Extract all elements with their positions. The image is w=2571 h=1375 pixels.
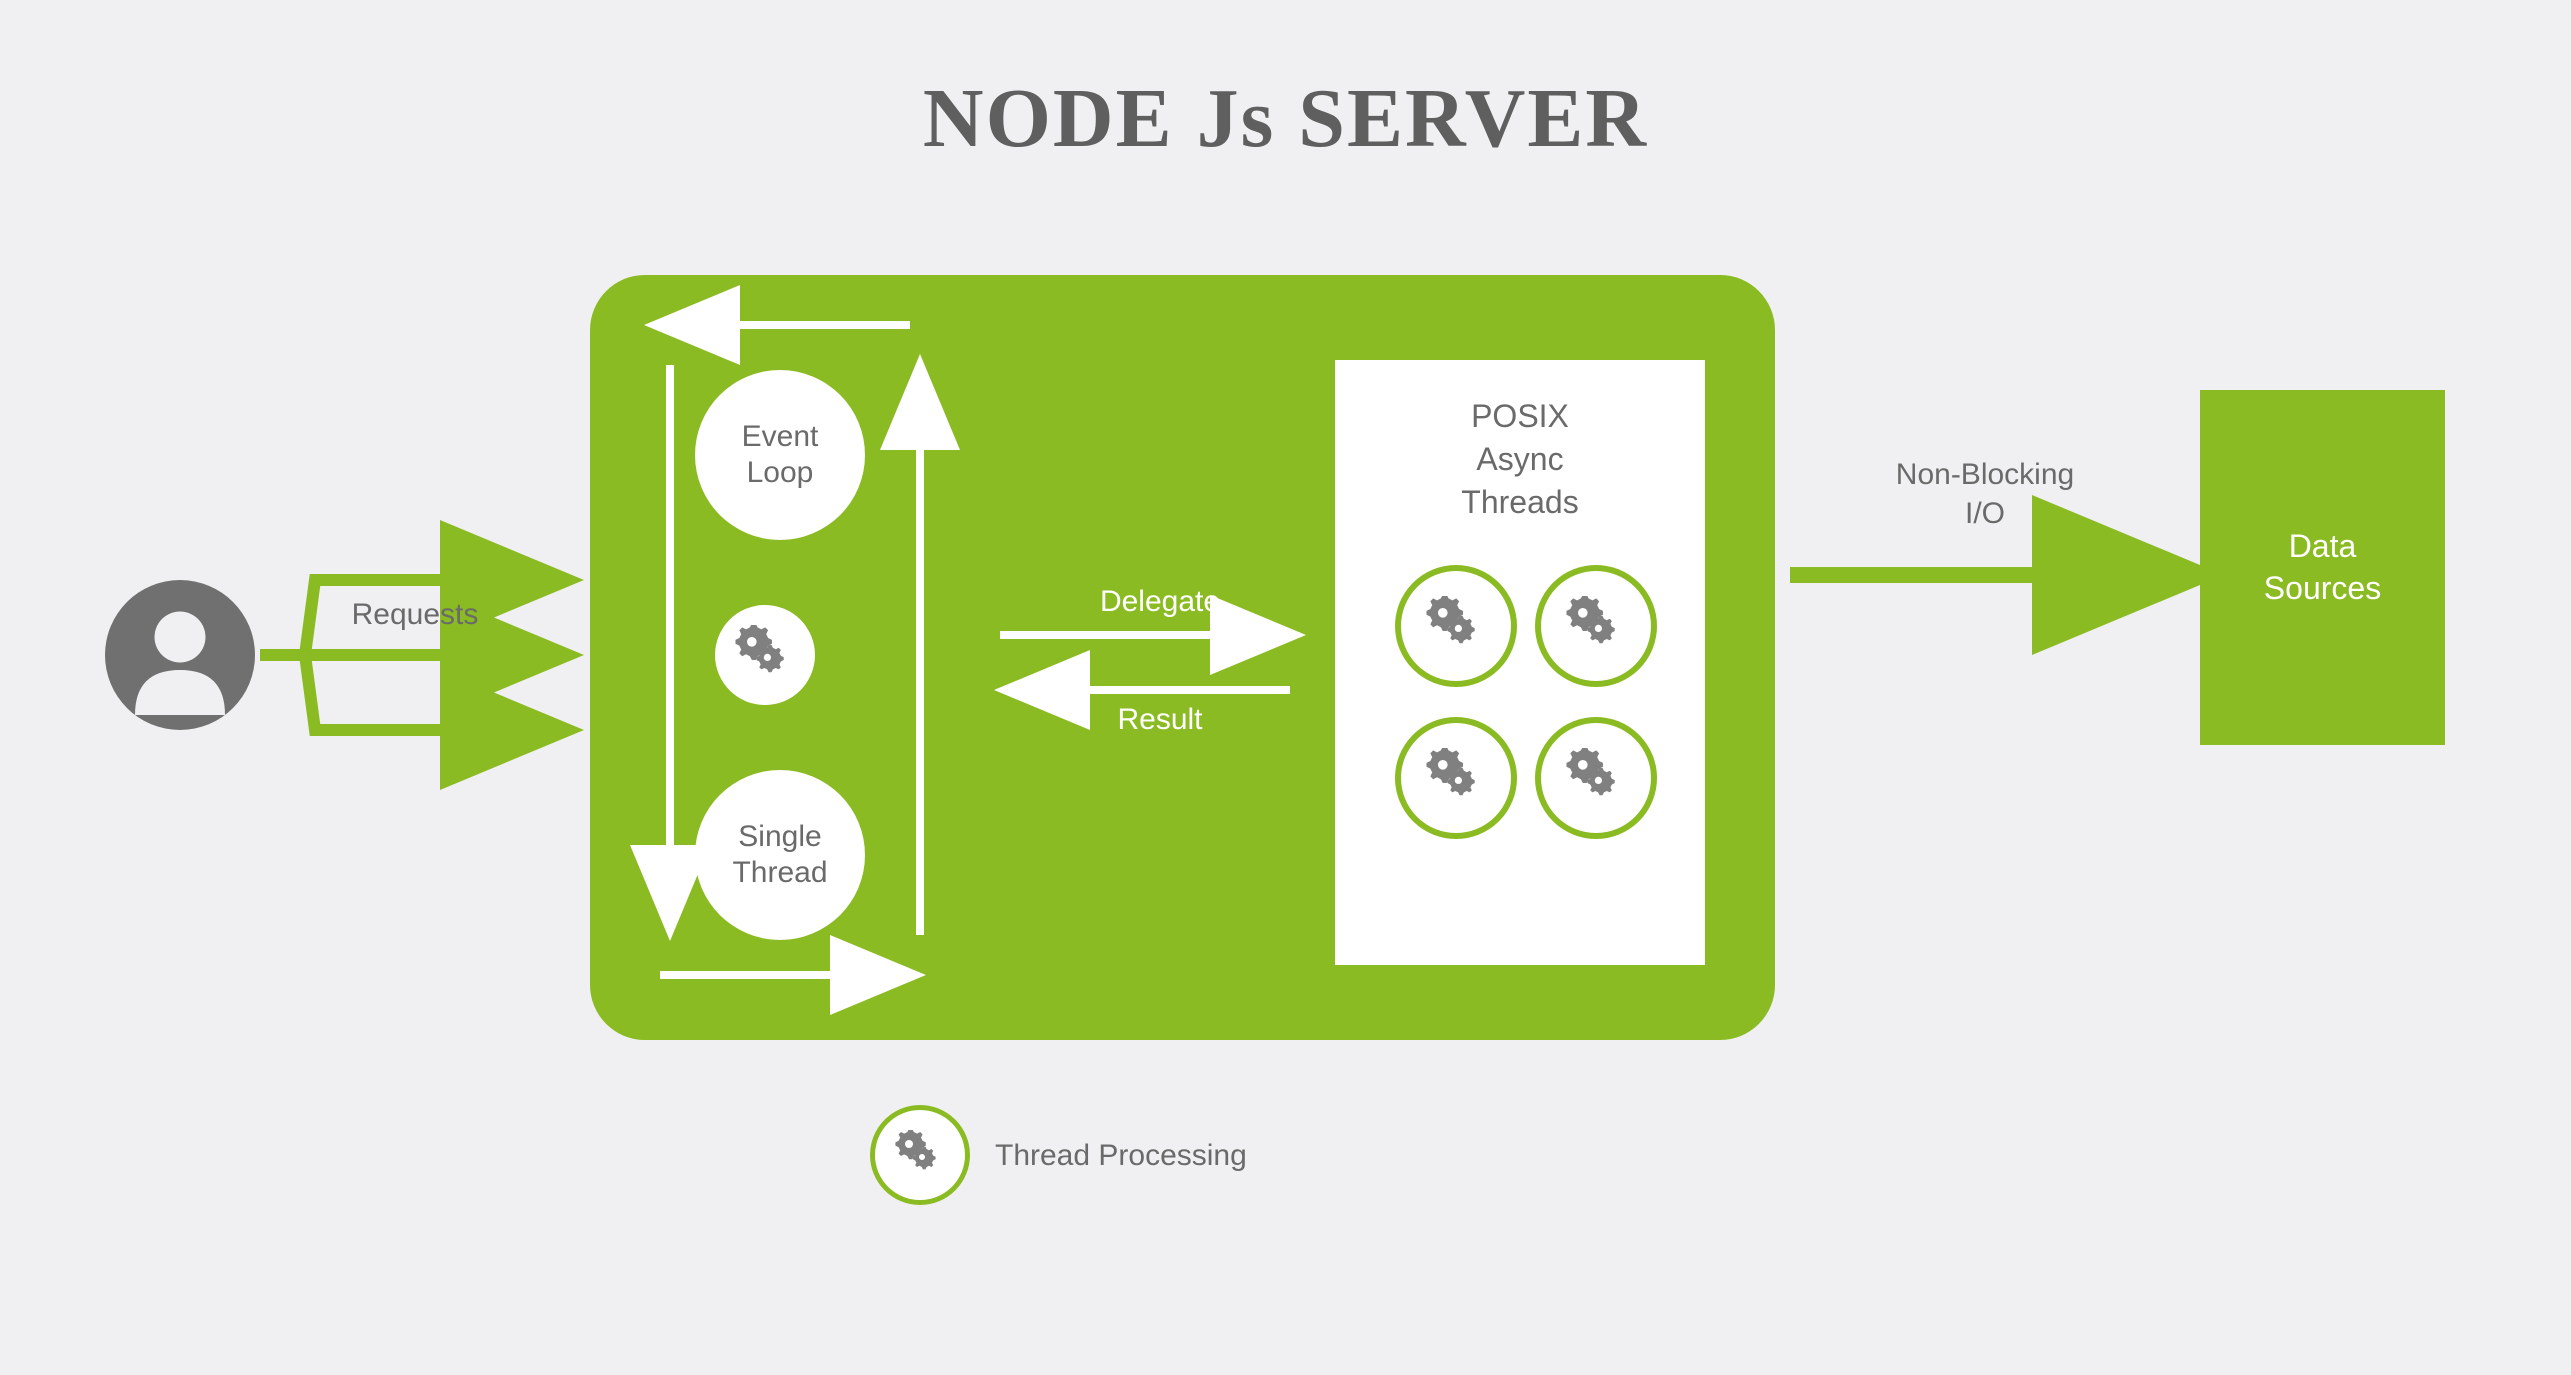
event-loop-circle: Event Loop [695,370,865,540]
result-label: Result [1060,700,1260,739]
posix-threads-box: POSIX Async Threads [1335,360,1705,965]
gear-icon [1566,748,1626,808]
gear-icon [1426,596,1486,656]
requests-label: Requests [315,595,515,634]
thread-circle [1395,565,1517,687]
user-icon [105,580,255,730]
gear-icon [735,625,795,685]
single-thread-circle: Single Thread [695,770,865,940]
event-loop-label: Event Loop [742,419,819,491]
thread-circle [1535,717,1657,839]
data-sources-box: Data Sources [2200,390,2445,745]
delegate-label: Delegate [1060,582,1260,621]
gear-icon [1426,748,1486,808]
nonblocking-label: Non-Blocking I/O [1840,455,2130,533]
legend-label: Thread Processing [995,1136,1247,1175]
legend: Thread Processing [870,1105,1247,1205]
single-thread-label: Single Thread [732,819,827,891]
posix-title: POSIX Async Threads [1461,395,1578,525]
data-sources-label: Data Sources [2264,526,2381,609]
thread-grid [1395,565,1645,839]
event-loop-processing-circle [715,605,815,705]
requests-arrows [260,555,590,755]
nonblocking-arrow [1790,555,2190,595]
legend-thread-icon [870,1105,970,1205]
diagram-title: NODE Js SERVER [0,70,2571,167]
gear-icon [1566,596,1626,656]
thread-circle [1535,565,1657,687]
thread-circle [1395,717,1517,839]
gear-icon [895,1130,945,1180]
